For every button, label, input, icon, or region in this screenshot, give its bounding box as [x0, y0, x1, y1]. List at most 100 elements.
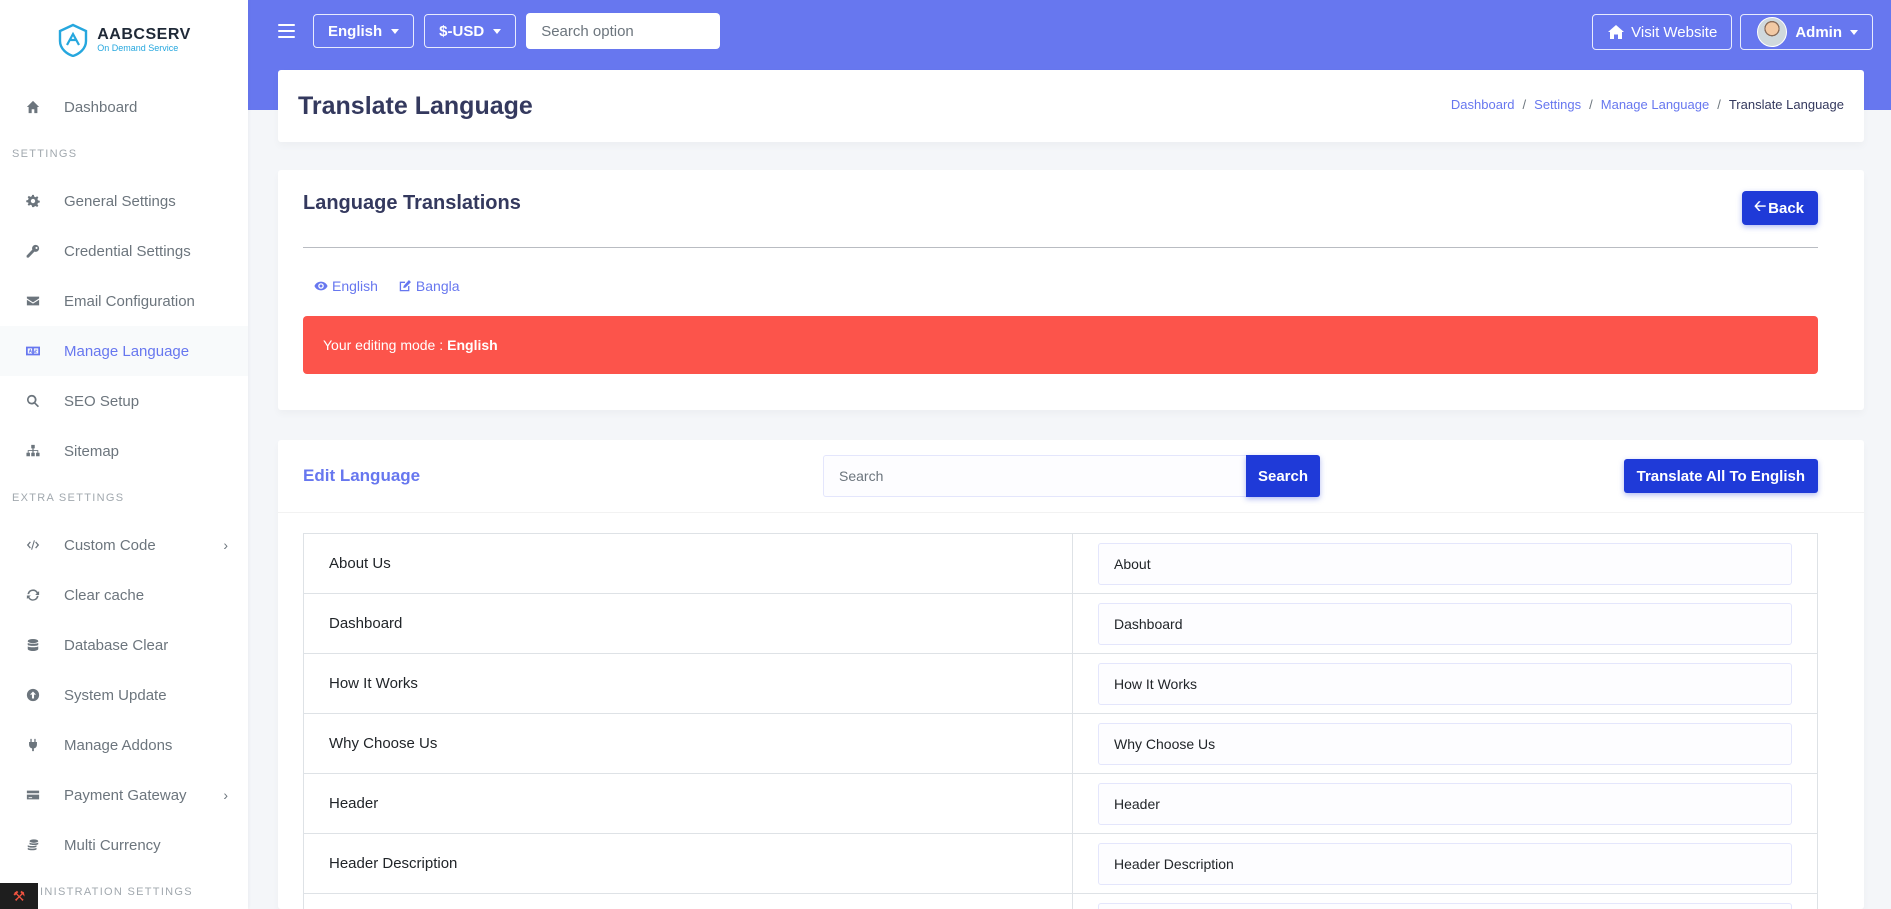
brand-name: AABCSERV [97, 26, 191, 44]
chevron-right-icon: › [223, 537, 228, 553]
table-row: How It Works [303, 654, 1818, 714]
sidebar-item-general-settings[interactable]: General Settings [0, 176, 248, 226]
top-navbar: English $-USD Visit Website Admin [248, 0, 1891, 62]
edit-search-group: Search [823, 455, 1320, 497]
alert-language: English [447, 337, 498, 353]
hamburger-menu-icon[interactable] [278, 24, 295, 38]
edit-language-card: Edit Language Search Translate All To En… [278, 440, 1864, 909]
breadcrumb-settings[interactable]: Settings [1534, 97, 1581, 112]
breadcrumb-dashboard[interactable]: Dashboard [1451, 97, 1515, 112]
sidebar-item-system-update[interactable]: System Update [0, 670, 248, 720]
edit-icon [399, 280, 411, 292]
translation-table: About Us Dashboard How It Works Why Choo… [303, 533, 1818, 909]
sidebar-item-manage-addons[interactable]: Manage Addons [0, 720, 248, 770]
brand-logo-icon [59, 23, 88, 57]
sidebar-item-manage-language[interactable]: Manage Language [0, 326, 248, 376]
translation-key: Why Choose Us [304, 714, 1073, 773]
sidebar-item-credential-settings[interactable]: Credential Settings [0, 226, 248, 276]
breadcrumb-manage-language[interactable]: Manage Language [1601, 97, 1709, 112]
envelope-icon [24, 292, 42, 310]
sidebar-item-label: Dashboard [64, 98, 138, 116]
sidebar-item-multi-currency[interactable]: Multi Currency [0, 820, 248, 870]
search-button[interactable]: Search [1246, 455, 1320, 497]
language-link-english[interactable]: English [314, 278, 378, 294]
translation-search-input[interactable] [823, 455, 1246, 497]
sidebar-item-dashboard[interactable]: Dashboard [0, 82, 248, 132]
alert-prefix: Your editing mode : [323, 337, 444, 353]
breadcrumb-separator: / [1589, 97, 1593, 112]
database-icon [24, 636, 42, 654]
language-dropdown[interactable]: English [313, 14, 415, 48]
caret-down-icon [1850, 29, 1858, 35]
language-link-bangla[interactable]: Bangla [398, 278, 460, 294]
language-translations-card: Language Translations 🡠 Back English Ban… [278, 170, 1864, 410]
visit-website-button[interactable]: Visit Website [1592, 14, 1733, 50]
table-row: Why Choose Us [303, 714, 1818, 774]
page-title: Translate Language [298, 91, 533, 120]
translation-value-input[interactable] [1098, 842, 1792, 885]
sidebar-item-label: Multi Currency [64, 836, 161, 854]
sidebar-item-seo-setup[interactable]: SEO Setup [0, 376, 248, 426]
translation-value-input[interactable] [1098, 782, 1792, 825]
sidebar-item-custom-code[interactable]: Custom Code › [0, 520, 248, 570]
sidebar-item-label: Manage Addons [64, 736, 173, 754]
translate-all-button[interactable]: Translate All To English [1623, 459, 1818, 493]
coins-icon [24, 836, 42, 854]
translation-value-input[interactable] [1098, 542, 1792, 585]
caret-down-icon [391, 28, 400, 34]
divider [303, 247, 1818, 248]
translation-value-input[interactable] [1098, 602, 1792, 645]
sidebar-item-label: Payment Gateway [64, 786, 187, 804]
translation-key: Header [304, 774, 1073, 833]
language-icon [24, 342, 42, 360]
credit-card-icon [24, 786, 42, 804]
translation-key: How It Works [304, 654, 1073, 713]
sidebar-section-header: EXTRA SETTINGS [12, 492, 125, 504]
translation-value-input[interactable] [1098, 722, 1792, 765]
sync-icon [24, 586, 42, 604]
sidebar-item-email-configuration[interactable]: Email Configuration [0, 276, 248, 326]
caret-down-icon [493, 28, 502, 34]
sidebar-item-database-clear[interactable]: Database Clear [0, 620, 248, 670]
code-icon [24, 536, 42, 554]
home-icon [24, 98, 42, 116]
avatar [1757, 17, 1788, 47]
edit-language-title: Edit Language [303, 466, 421, 485]
card-title: Language Translations [303, 192, 521, 214]
upload-icon [24, 686, 42, 704]
chevron-right-icon: › [223, 787, 228, 803]
search-icon [24, 392, 42, 410]
sidebar-item-label: General Settings [64, 192, 176, 210]
home-icon [1608, 25, 1625, 39]
table-row [303, 894, 1818, 909]
admin-dropdown[interactable]: Admin [1740, 14, 1873, 50]
sidebar-item-clear-cache[interactable]: Clear cache [0, 570, 248, 620]
section-header: Translate Language Dashboard / Settings … [278, 70, 1864, 142]
sidebar-section-header: SETTINGS [12, 148, 78, 160]
table-row: Header [303, 774, 1818, 834]
breadcrumb-current: Translate Language [1728, 97, 1844, 112]
arrow-left-icon: 🡠 [1753, 197, 1767, 215]
sidebar-item-label: Custom Code [64, 536, 156, 554]
currency-dropdown-label: $-USD [439, 22, 485, 40]
admin-label: Admin [1795, 23, 1842, 41]
language-link-label: Bangla [415, 278, 460, 294]
translation-value-input[interactable] [1098, 902, 1792, 909]
breadcrumb-separator: / [1522, 97, 1527, 112]
breadcrumb-separator: / [1717, 97, 1721, 112]
sitemap-icon [24, 442, 42, 460]
visit-website-label: Visit Website [1631, 23, 1718, 41]
laravel-icon[interactable]: ⚒ [0, 883, 38, 909]
back-button-label: Back [1768, 199, 1804, 217]
sidebar-item-payment-gateway[interactable]: Payment Gateway › [0, 770, 248, 820]
brand[interactable]: AABCSERV On Demand Service [0, 0, 248, 80]
language-dropdown-label: English [328, 22, 383, 40]
sidebar-item-sitemap[interactable]: Sitemap [0, 426, 248, 476]
editing-mode-alert: Your editing mode : English [303, 316, 1818, 374]
sidebar-item-label: System Update [64, 686, 167, 704]
search-option-input[interactable] [526, 13, 721, 49]
translation-value-input[interactable] [1098, 662, 1792, 705]
plug-icon [24, 736, 42, 754]
currency-dropdown[interactable]: $-USD [424, 14, 517, 48]
back-button[interactable]: 🡠 Back [1741, 191, 1818, 225]
